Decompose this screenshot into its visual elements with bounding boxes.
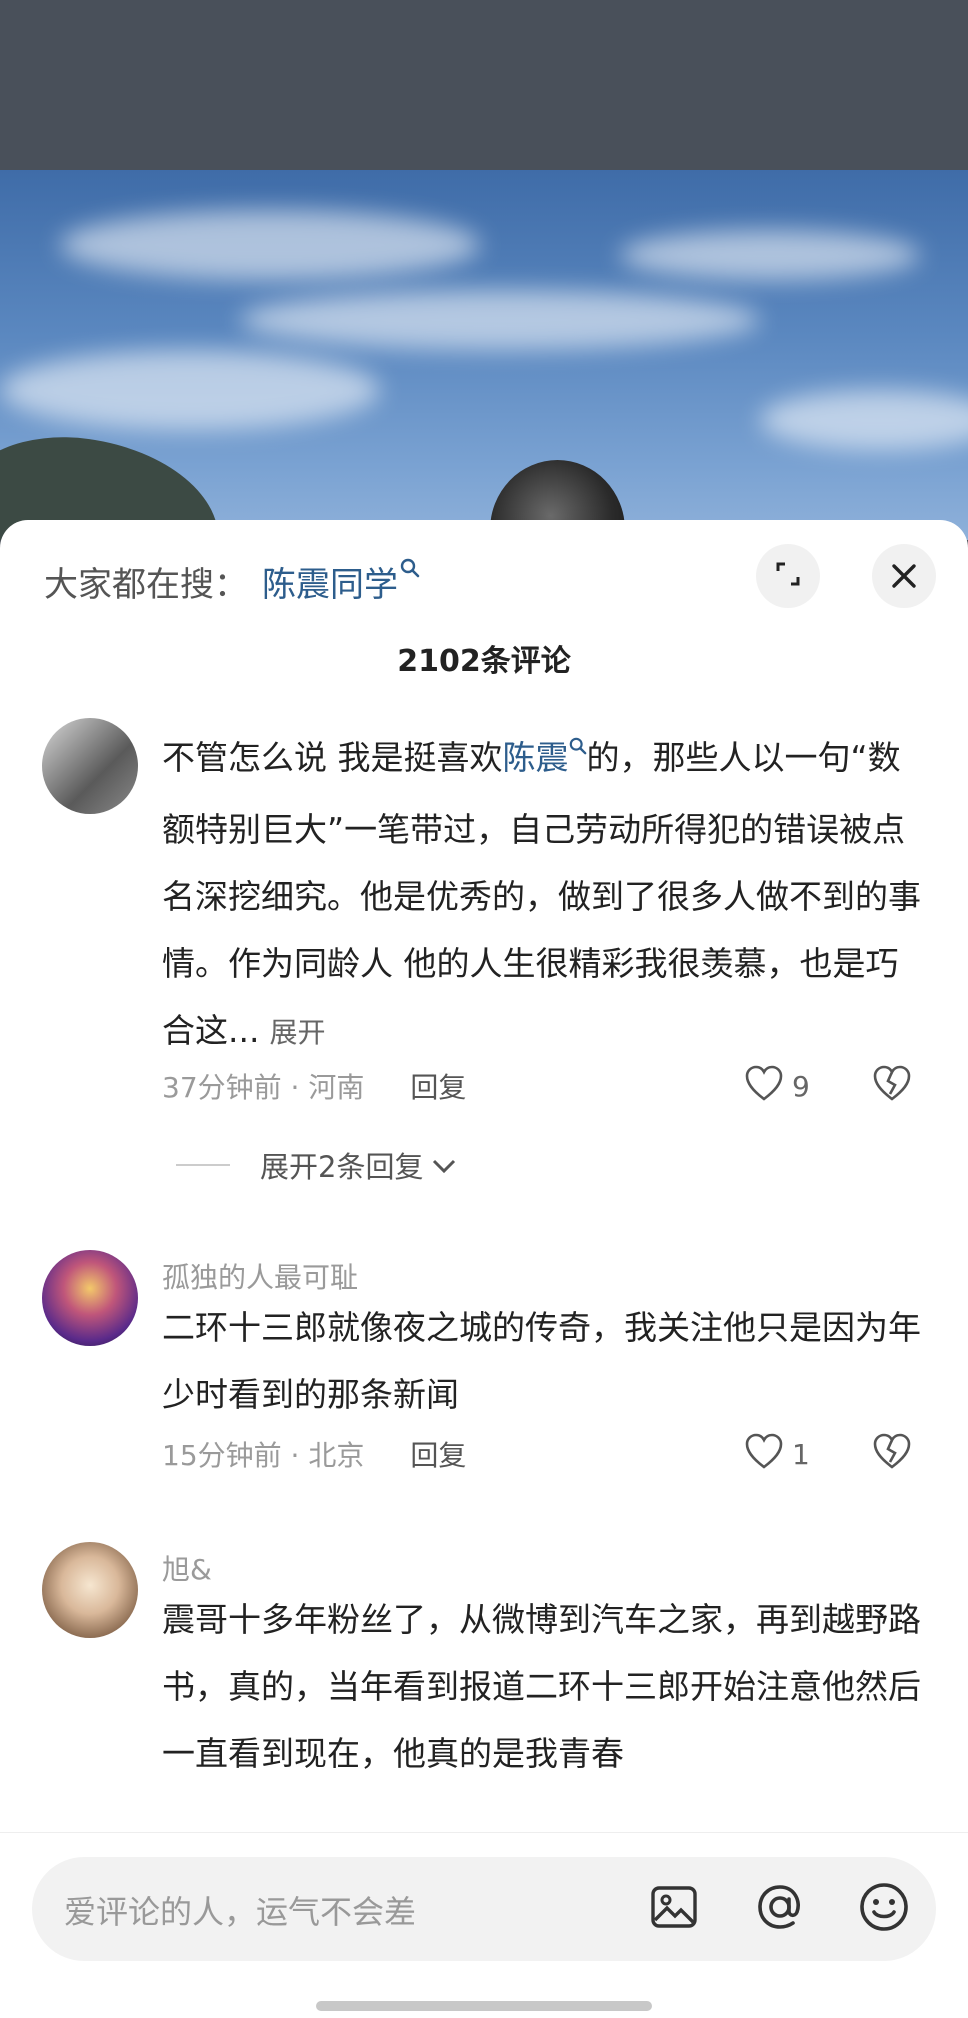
mention-button[interactable] <box>750 1879 810 1939</box>
comment-time-location: 37分钟前 · 河南 <box>162 1071 365 1104</box>
keyword-link[interactable]: 陈震 <box>503 738 569 777</box>
broken-heart-icon <box>872 1433 912 1474</box>
broken-heart-icon <box>872 1065 912 1106</box>
cloud-decoration <box>760 390 968 450</box>
search-suggestion-prefix: 大家都在搜： <box>44 564 248 605</box>
comment-list[interactable]: 不管怎么说 我是挺喜欢陈震 的，那些人以一句“数额特别巨大”一笔带过，自己劳动所得… <box>0 710 968 1840</box>
heart-icon <box>744 1064 784 1109</box>
avatar[interactable] <box>42 1250 138 1346</box>
reply-button[interactable]: 回复 <box>410 1434 466 1474</box>
emoji-button[interactable] <box>854 1879 914 1939</box>
home-indicator[interactable] <box>316 2001 652 2011</box>
dislike-button[interactable] <box>872 1064 912 1106</box>
comment-meta: 15分钟前 · 北京 回复 <box>162 1434 466 1474</box>
comment-input[interactable]: 爱评论的人，运气不会差 <box>32 1857 936 1961</box>
comment-text: 不管怎么说 我是挺喜欢陈震 的，那些人以一句“数额特别巨大”一笔带过，自己劳动所得… <box>162 724 922 1066</box>
cloud-decoration <box>0 350 380 430</box>
image-button[interactable] <box>644 1879 704 1939</box>
comment-text-part: 的，那些人以一句“数额特别巨大”一笔带过，自己劳动所得犯的错误被点名深挖细究。他… <box>162 738 921 1050</box>
expand-replies-label: 展开2条回复 <box>260 1150 424 1184</box>
cloud-decoration <box>60 210 480 280</box>
search-icon <box>569 736 587 760</box>
comment-input-bar: 爱评论的人，运气不会差 <box>0 1832 968 2018</box>
smiley-icon <box>857 1880 911 1938</box>
close-button[interactable] <box>872 544 936 608</box>
like-button[interactable]: 9 <box>744 1064 810 1109</box>
at-sign-icon <box>753 1880 807 1938</box>
comment-count-title: 2102条评论 <box>397 644 571 679</box>
fullscreen-button[interactable] <box>756 544 820 608</box>
comment-username[interactable]: 旭& <box>162 1548 212 1588</box>
expand-replies-button[interactable]: 展开2条回复 <box>176 1144 457 1186</box>
search-suggestion[interactable]: 大家都在搜： 陈震同学 <box>44 556 420 606</box>
comment-text: 震哥十多年粉丝了，从微博到汽车之家，再到越野路书，真的，当年看到报道二环十三郎开… <box>162 1600 921 1773</box>
like-count: 9 <box>792 1070 810 1103</box>
comment-item: 不管怎么说 我是挺喜欢陈震 的，那些人以一句“数额特别巨大”一笔带过，自己劳动所得… <box>0 710 968 1184</box>
comment-item: 旭& 震哥十多年粉丝了，从微博到汽车之家，再到越野路书，真的，当年看到报道二环十… <box>0 1542 968 1840</box>
like-button[interactable]: 1 <box>744 1432 810 1477</box>
image-icon <box>649 1882 699 1936</box>
video-preview[interactable] <box>0 170 968 540</box>
heart-icon <box>744 1432 784 1477</box>
cloud-decoration <box>240 290 760 350</box>
reply-button[interactable]: 回复 <box>410 1066 466 1106</box>
comment-text-part: 不管怎么说 我是挺喜欢 <box>162 738 503 777</box>
comment-time-location: 15分钟前 · 北京 <box>162 1439 365 1472</box>
comment-sheet: 大家都在搜： 陈震同学 2102条评论 不管怎么说 我是挺喜欢陈震 的，那些人以一… <box>0 520 968 2018</box>
cloud-decoration <box>620 230 920 280</box>
expand-icon <box>773 559 803 593</box>
search-icon <box>400 558 420 584</box>
top-bar <box>0 0 968 170</box>
divider-line <box>176 1164 230 1166</box>
avatar[interactable] <box>42 718 138 814</box>
comment-username[interactable]: 孤独的人最可耻 <box>162 1256 358 1296</box>
comment-item: 孤独的人最可耻 二环十三郎就像夜之城的传奇，我关注他只是因为年少时看到的那条新闻… <box>0 1250 968 1510</box>
search-suggestion-term[interactable]: 陈震同学 <box>262 557 398 606</box>
avatar[interactable] <box>42 1542 138 1638</box>
comment-text: 二环十三郎就像夜之城的传奇，我关注他只是因为年少时看到的那条新闻 <box>162 1308 921 1414</box>
chevron-down-icon <box>431 1148 457 1182</box>
comment-meta: 37分钟前 · 河南 回复 <box>162 1066 466 1106</box>
like-count: 1 <box>792 1438 810 1471</box>
close-icon <box>891 553 917 599</box>
dislike-button[interactable] <box>872 1432 912 1474</box>
expand-text-button[interactable]: 展开 <box>269 1016 325 1049</box>
comment-input-placeholder: 爱评论的人，运气不会差 <box>64 1893 417 1931</box>
